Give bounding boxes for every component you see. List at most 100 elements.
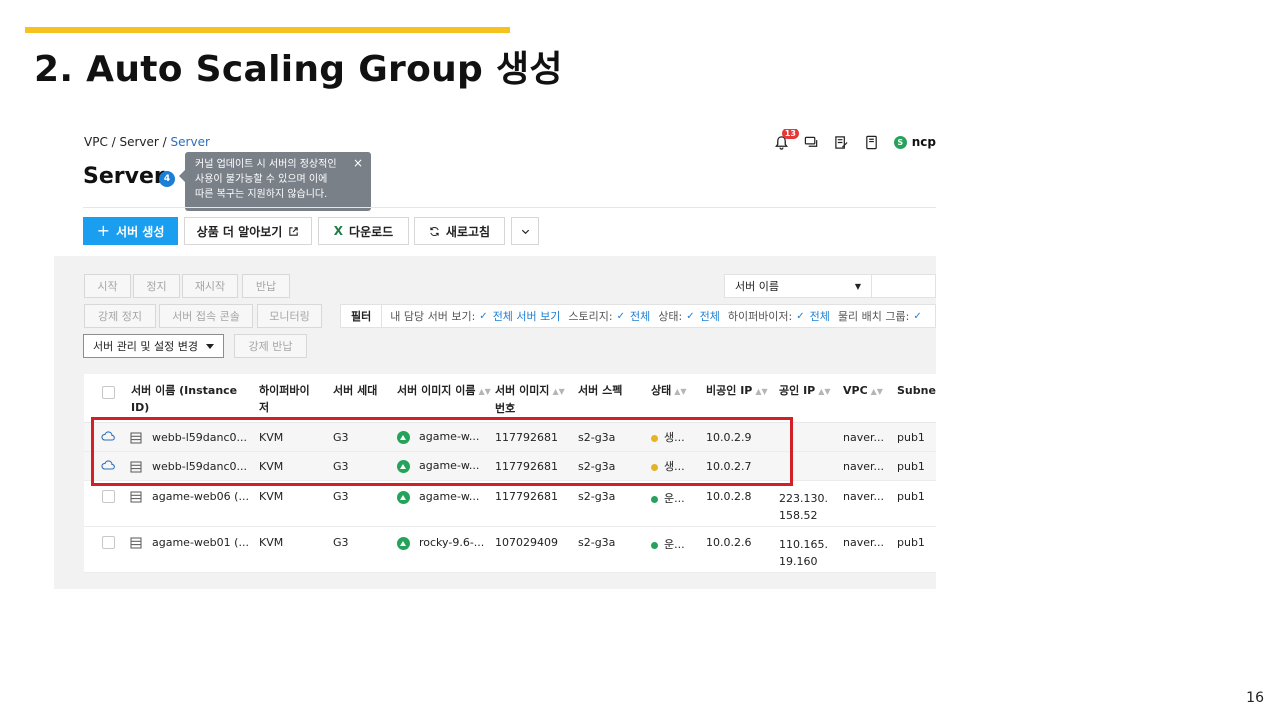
cell-name[interactable]: agame-web06 (... — [152, 490, 249, 503]
cell-private-ip: 10.0.2.8 — [706, 490, 752, 503]
user-avatar: S — [893, 135, 907, 149]
edit-document-icon[interactable] — [834, 134, 850, 150]
rocky-os-icon — [397, 536, 410, 550]
header-private-ip[interactable]: 비공인 IP ▲▼ — [706, 382, 768, 400]
header-hypervisor[interactable]: 하이퍼바이 저 — [259, 382, 310, 416]
cell-private-ip: 10.0.2.6 — [706, 536, 752, 549]
cell-image-name: rocky-9.6-... — [397, 536, 484, 550]
manual-book-icon[interactable] — [864, 134, 880, 150]
table-row[interactable]: agame-web01 (... KVM G3 rocky-9.6-... 10… — [84, 527, 936, 573]
cell-image-number: 117792681 — [495, 490, 558, 503]
server-manage-dropdown[interactable]: 서버 관리 및 설정 변경 — [83, 334, 224, 358]
cell-vpc: naver... — [843, 536, 884, 549]
chevron-down-icon — [521, 229, 529, 234]
title-accent-bar — [25, 27, 510, 33]
cell-public-ip: 223.130. 158.52 — [779, 492, 828, 522]
check-icon: ✓ — [479, 310, 488, 322]
search-input[interactable] — [872, 274, 936, 298]
force-return-button[interactable]: 강제 반납 — [234, 334, 307, 358]
header-vpc[interactable]: VPC ▲▼ — [843, 382, 883, 400]
header-generation[interactable]: 서버 세대 — [333, 382, 377, 399]
header-image-number[interactable]: 서버 이미지 ▲▼ 번호 — [495, 382, 565, 417]
server-icon — [130, 536, 142, 549]
check-icon: ✓ — [616, 310, 625, 322]
table-row[interactable]: agame-web06 (... KVM G3 agame-w... 11779… — [84, 481, 936, 527]
rocky-os-icon — [397, 490, 410, 504]
breadcrumb-current[interactable]: Server — [171, 135, 210, 149]
filter-my-servers[interactable]: 내 담당 서버 보기: ✓ 전체 서버 보기 — [390, 308, 560, 324]
external-link-icon — [289, 226, 299, 236]
tooltip-line-3: 따른 복구는 지원하지 않습니다. — [195, 189, 328, 200]
cell-subnet: pub1 — [897, 430, 925, 444]
cell-public-ip: 110.165. 19.160 — [779, 538, 828, 568]
restart-button[interactable]: 재시작 — [182, 274, 238, 298]
user-menu[interactable]: S ncp — [893, 135, 936, 149]
cell-spec: s2-g3a — [578, 536, 616, 549]
caret-down-icon: ▼ — [854, 281, 861, 291]
cell-generation: G3 — [333, 490, 349, 503]
bell-icon[interactable]: 13 — [774, 129, 799, 150]
monitoring-button[interactable]: 모니터링 — [257, 304, 322, 328]
row-checkbox[interactable] — [102, 490, 115, 506]
stop-button[interactable]: 정지 — [133, 274, 180, 298]
filter-placement-group[interactable]: 물리 배치 그룹: ✓ — [838, 308, 927, 324]
filter-bar: 필터 내 담당 서버 보기: ✓ 전체 서버 보기 스토리지: ✓ 전체 상태: ✓ 전체 … — [340, 304, 936, 328]
more-options-button[interactable] — [511, 217, 539, 245]
refresh-button[interactable]: 새로고침 — [414, 217, 505, 245]
header-spec[interactable]: 서버 스펙 — [578, 382, 622, 399]
learn-more-button[interactable]: 상품 더 알아보기 — [184, 217, 312, 245]
sort-icon: ▲▼ — [674, 387, 687, 396]
server-count-badge: 4 — [159, 171, 175, 187]
return-button[interactable]: 반납 — [242, 274, 290, 298]
row-checkbox[interactable] — [102, 536, 115, 552]
header-status[interactable]: 상태 ▲▼ — [651, 382, 687, 400]
cell-hypervisor: KVM — [259, 536, 284, 549]
server-console-button[interactable]: 서버 접속 콘솔 — [159, 304, 253, 328]
tooltip-line-2: 사용이 불가능할 수 있으며 이에 — [195, 174, 328, 185]
cell-spec: s2-g3a — [578, 490, 616, 503]
plus-icon: + — [96, 221, 111, 240]
header-public-ip[interactable]: 공인 IP ▲▼ — [779, 382, 831, 400]
slide-title: 2. Auto Scaling Group 생성 — [34, 49, 563, 90]
breadcrumb-server[interactable]: Server — [120, 135, 159, 149]
cell-status: 운... — [651, 490, 685, 506]
header-name[interactable]: 서버 이름 (Instance ID) — [131, 382, 237, 416]
user-name: ncp — [911, 135, 936, 149]
sort-icon: ▲▼ — [755, 387, 768, 396]
status-dot — [651, 495, 658, 503]
cell-vpc: naver... — [843, 490, 884, 503]
breadcrumb: VPC / Server / Server — [84, 135, 210, 149]
download-button[interactable]: X 다운로드 — [318, 217, 409, 245]
check-icon: ✓ — [796, 310, 805, 322]
cell-subnet: pub1 — [897, 490, 925, 503]
force-stop-button[interactable]: 강제 정지 — [84, 304, 156, 328]
tooltip-close-icon[interactable]: × — [353, 156, 363, 171]
filter-storage[interactable]: 스토리지: ✓ 전체 — [568, 308, 650, 324]
create-server-button[interactable]: + 서버 생성 — [83, 217, 178, 245]
header-subnet[interactable]: Subnet — [897, 382, 936, 399]
kernel-update-tooltip: 커널 업데이트 시 서버의 정상적인 사용이 불가능할 수 있으며 이에 따른 … — [179, 152, 371, 211]
excel-icon: X — [333, 224, 344, 238]
header-image-name[interactable]: 서버 이미지 이름 ▲▼ — [397, 382, 491, 400]
cell-image-name: agame-w... — [397, 490, 479, 504]
status-dot — [651, 541, 658, 549]
filter-hypervisor[interactable]: 하이퍼바이저: ✓ 전체 — [728, 308, 830, 324]
page-number: 16 — [1246, 690, 1264, 706]
chat-icon[interactable] — [804, 134, 820, 150]
search-field-select[interactable]: 서버 이름 ▼ — [724, 274, 872, 298]
cell-subnet: pub1 — [897, 536, 925, 549]
filter-status[interactable]: 상태: ✓ 전체 — [658, 308, 720, 324]
sort-icon: ▲▼ — [478, 387, 491, 396]
cell-subnet: pub1 — [897, 459, 925, 473]
check-icon: ✓ — [913, 310, 922, 322]
highlight-box — [91, 417, 793, 486]
select-all-checkbox[interactable] — [102, 386, 115, 404]
filter-label: 필터 — [341, 305, 383, 327]
top-icon-bar: 13 S ncp — [774, 129, 936, 153]
start-button[interactable]: 시작 — [84, 274, 131, 298]
cell-name[interactable]: agame-web01 (... — [152, 536, 249, 549]
cell-status: 운... — [651, 536, 685, 552]
breadcrumb-vpc[interactable]: VPC — [84, 135, 108, 149]
refresh-icon — [430, 226, 439, 236]
console-screenshot: VPC / Server / Server 13 S ncp Server 4 … — [51, 129, 936, 589]
